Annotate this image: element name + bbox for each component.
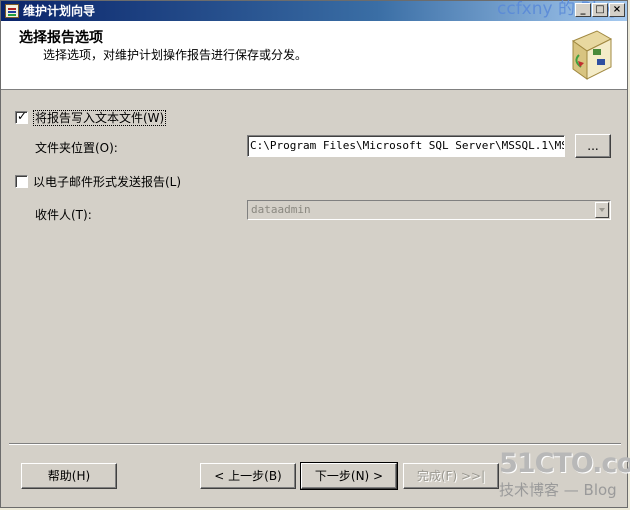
recipient-value: dataadmin (251, 203, 311, 216)
recipient-label: 收件人(T): (35, 208, 92, 222)
email-report-label[interactable]: 以电子邮件形式发送报告(L) (33, 173, 181, 190)
maximize-button[interactable]: □ (592, 3, 608, 17)
folder-location-input[interactable]: C:\Program Files\Microsoft SQL Server\MS… (247, 135, 565, 157)
title-bar[interactable]: 维护计划向导 ccfxny 的 Blog _ □ × (1, 0, 627, 21)
page-subtitle: 选择选项，对维护计划操作报告进行保存或分发。 (43, 48, 308, 62)
help-button[interactable]: 帮助(H) (21, 463, 117, 489)
recipient-select[interactable]: dataadmin (247, 200, 611, 220)
window-title: 维护计划向导 (23, 4, 96, 18)
finish-button[interactable]: 完成(F) >>| (403, 463, 499, 489)
minimize-button[interactable]: _ (575, 3, 591, 17)
write-to-file-label[interactable]: 将报告写入文本文件(W) (33, 109, 167, 126)
browse-button[interactable]: ... (575, 134, 611, 158)
next-button[interactable]: 下一步(N) > (300, 462, 398, 490)
wizard-banner-icon (571, 30, 613, 80)
wizard-header: 选择报告选项 选择选项，对维护计划操作报告进行保存或分发。 (1, 21, 627, 90)
watermark-51cto: 51CTO.com (499, 448, 630, 479)
back-button[interactable]: < 上一步(B) (200, 463, 296, 489)
page-title: 选择报告选项 (19, 30, 103, 46)
wizard-window: 维护计划向导 ccfxny 的 Blog _ □ × 选择报告选项 选择选项，对… (0, 0, 630, 508)
email-report-checkbox[interactable] (15, 175, 28, 188)
watermark-blog: 技术博客 — Blog (499, 481, 617, 499)
app-icon (5, 4, 19, 18)
chevron-down-icon[interactable] (595, 202, 609, 218)
write-to-file-checkbox[interactable]: ✓ (15, 109, 28, 124)
folder-location-label: 文件夹位置(O): (35, 141, 118, 155)
checkmark-icon: ✓ (17, 109, 28, 123)
close-button[interactable]: × (609, 3, 625, 17)
wizard-content: ✓ 将报告写入文本文件(W) 文件夹位置(O): C:\Program File… (1, 90, 627, 442)
footer-separator (9, 443, 621, 445)
